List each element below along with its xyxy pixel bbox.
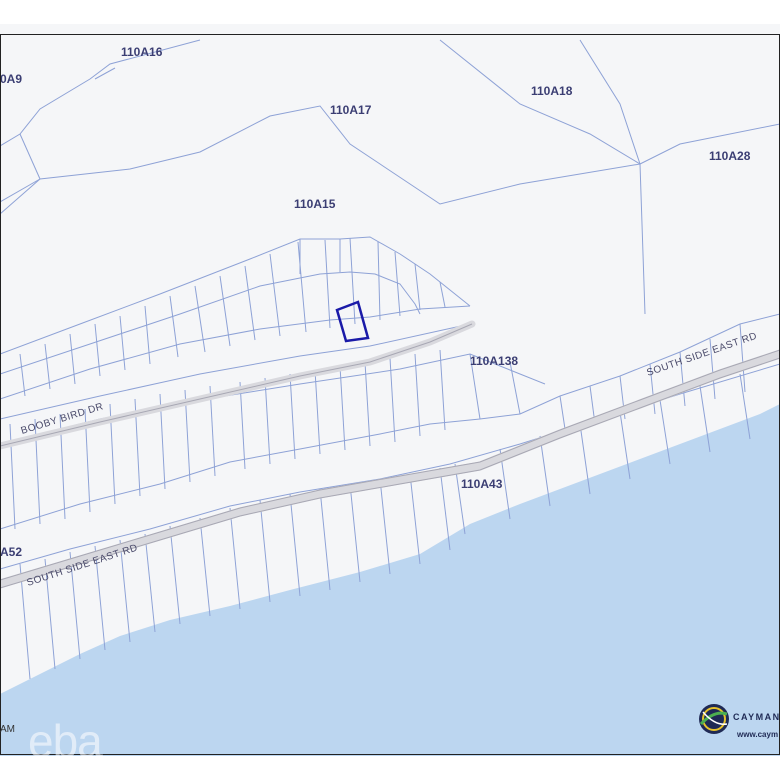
- brand-logo[interactable]: CAYMAN www.caym: [697, 700, 780, 748]
- brand-name: CAYMAN: [733, 712, 780, 722]
- brand-url[interactable]: www.caym: [737, 730, 778, 739]
- parcel-label-110a16: 110A16: [121, 45, 163, 59]
- globe-icon: [699, 704, 729, 734]
- watermark: eba: [28, 715, 103, 767]
- parcel-label-0a9: 0A9: [0, 72, 22, 86]
- parcel-label-a52: A52: [0, 545, 22, 559]
- parcel-label-110a43: 110A43: [461, 477, 503, 491]
- parcel-label-110a28: 110A28: [709, 149, 751, 163]
- parcel-label-110a18: 110A18: [531, 84, 573, 98]
- parcel-map[interactable]: 110A16 0A9 110A17 110A18 110A28 110A15 1…: [0, 24, 780, 756]
- copyright-text: AM: [0, 724, 15, 735]
- parcel-label-110a17: 110A17: [330, 103, 372, 117]
- parcel-label-110a138: 110A138: [470, 354, 518, 368]
- map-frame: 110A16 0A9 110A17 110A18 110A28 110A15 1…: [0, 24, 780, 767]
- parcel-label-110a15: 110A15: [294, 197, 336, 211]
